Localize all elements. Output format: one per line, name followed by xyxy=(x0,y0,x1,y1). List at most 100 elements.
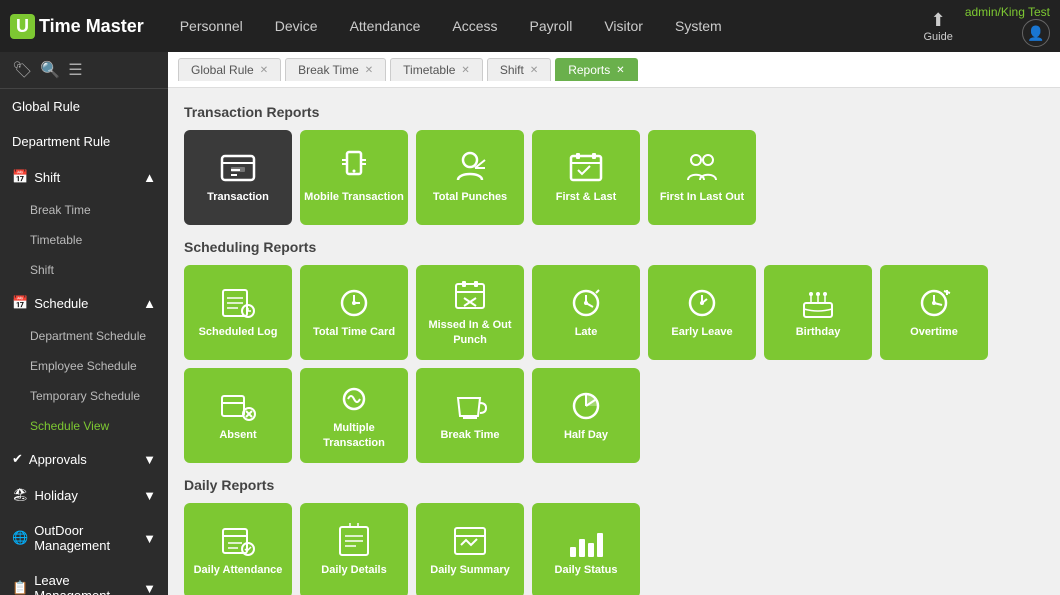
sidebar-leave-label: Leave Management xyxy=(34,573,143,595)
sidebar-item-shift[interactable]: Shift xyxy=(0,255,168,285)
sidebar-item-break-time[interactable]: Break Time xyxy=(0,195,168,225)
card-early-leave[interactable]: Early Leave xyxy=(648,265,756,360)
search-icon[interactable]: 🔍 xyxy=(40,60,60,80)
daily-details-icon xyxy=(334,523,374,559)
tab-shift[interactable]: Shift ✕ xyxy=(487,58,551,81)
card-birthday[interactable]: Birthday xyxy=(764,265,872,360)
main-layout: 🏷 🔍 ☰ Global Rule Department Rule 📅 Shif… xyxy=(0,52,1060,595)
tab-timetable-close[interactable]: ✕ xyxy=(461,65,469,76)
leave-collapse-icon: ▼ xyxy=(143,581,156,595)
tab-break-time-close[interactable]: ✕ xyxy=(365,65,373,76)
nav-personnel[interactable]: Personnel xyxy=(164,0,259,52)
card-overtime[interactable]: Overtime xyxy=(880,265,988,360)
daily-reports-title: Daily Reports xyxy=(184,477,1044,493)
sidebar-section-global-rule[interactable]: Global Rule xyxy=(0,89,168,124)
card-total-punches[interactable]: Total Punches xyxy=(416,130,524,225)
tab-global-rule[interactable]: Global Rule ✕ xyxy=(178,58,281,81)
sidebar-section-dept-rule[interactable]: Department Rule xyxy=(0,124,168,159)
card-half-day-label: Half Day xyxy=(564,428,608,442)
daily-status-icon xyxy=(566,523,606,559)
birthday-icon xyxy=(798,285,838,321)
top-nav: U Time Master Personnel Device Attendanc… xyxy=(0,0,1060,52)
mobile-transaction-icon xyxy=(334,150,374,186)
card-total-punches-label: Total Punches xyxy=(433,190,507,204)
schedule-calendar-icon: 📅 xyxy=(12,295,28,311)
sidebar-section-shift[interactable]: 📅 Shift ▲ xyxy=(0,159,168,195)
transaction-icon xyxy=(218,150,258,186)
daily-cards-grid: Daily Attendance Daily Details Daily Sum… xyxy=(184,503,1044,595)
card-daily-attendance[interactable]: Daily Attendance xyxy=(184,503,292,595)
guide-icon: ⬆ xyxy=(931,10,946,31)
card-scheduled-log[interactable]: Scheduled Log xyxy=(184,265,292,360)
outdoor-icon: 🌐 xyxy=(12,530,28,546)
card-late[interactable]: Late xyxy=(532,265,640,360)
card-transaction[interactable]: Transaction xyxy=(184,130,292,225)
card-multiple-transaction-label: Multiple Transaction xyxy=(304,421,404,450)
card-absent-label: Absent xyxy=(219,428,256,442)
sidebar-section-outdoor[interactable]: 🌐 OutDoor Management ▼ xyxy=(0,513,168,563)
sidebar-item-schedule-view[interactable]: Schedule View xyxy=(0,411,168,441)
card-absent[interactable]: Absent xyxy=(184,368,292,463)
guide-button[interactable]: ⬆ Guide xyxy=(923,10,952,43)
sidebar-item-dept-schedule[interactable]: Department Schedule xyxy=(0,321,168,351)
logo-u: U xyxy=(10,14,35,39)
leave-icon: 📋 xyxy=(12,580,28,595)
sidebar-item-temp-schedule[interactable]: Temporary Schedule xyxy=(0,381,168,411)
card-daily-status-label: Daily Status xyxy=(555,563,618,577)
tab-shift-close[interactable]: ✕ xyxy=(530,65,538,76)
card-mobile-transaction[interactable]: Mobile Transaction xyxy=(300,130,408,225)
card-half-day[interactable]: Half Day xyxy=(532,368,640,463)
sidebar-dept-rule-label: Department Rule xyxy=(12,134,110,149)
multiple-transaction-icon xyxy=(334,381,374,417)
list-icon[interactable]: ☰ xyxy=(68,60,82,80)
card-daily-attendance-label: Daily Attendance xyxy=(194,563,283,577)
user-info[interactable]: admin/King Test xyxy=(965,5,1050,19)
sidebar-schedule-label: Schedule xyxy=(34,296,88,311)
reports-content: Transaction Reports Transaction Mobile T… xyxy=(168,88,1060,595)
tab-reports[interactable]: Reports ✕ xyxy=(555,58,637,81)
nav-right: ⬆ Guide admin/King Test 👤 xyxy=(923,5,1050,47)
card-total-time-card[interactable]: Total Time Card xyxy=(300,265,408,360)
tag-icon[interactable]: 🏷 xyxy=(12,60,32,80)
transaction-reports-title: Transaction Reports xyxy=(184,104,1044,120)
sidebar-section-schedule[interactable]: 📅 Schedule ▲ xyxy=(0,285,168,321)
nav-system[interactable]: System xyxy=(659,0,738,52)
card-first-last[interactable]: First & Last xyxy=(532,130,640,225)
sidebar-section-approvals[interactable]: ✔ Approvals ▼ xyxy=(0,441,168,477)
approvals-icon: ✔ xyxy=(12,451,23,467)
card-missed-in-out[interactable]: Missed In & Out Punch xyxy=(416,265,524,360)
transaction-cards-grid: Transaction Mobile Transaction Total Pun… xyxy=(184,130,1044,225)
card-daily-details[interactable]: Daily Details xyxy=(300,503,408,595)
card-early-leave-label: Early Leave xyxy=(671,325,732,339)
nav-device[interactable]: Device xyxy=(259,0,334,52)
card-first-in-last-out[interactable]: First In Last Out xyxy=(648,130,756,225)
card-daily-status[interactable]: Daily Status xyxy=(532,503,640,595)
nav-attendance[interactable]: Attendance xyxy=(334,0,437,52)
logo[interactable]: U Time Master xyxy=(10,14,144,39)
tab-global-rule-close[interactable]: ✕ xyxy=(260,65,268,76)
card-daily-summary[interactable]: Daily Summary xyxy=(416,503,524,595)
card-daily-summary-label: Daily Summary xyxy=(430,563,509,577)
tab-reports-label: Reports xyxy=(568,63,610,77)
card-scheduled-log-label: Scheduled Log xyxy=(199,325,278,339)
sidebar-section-leave[interactable]: 📋 Leave Management ▼ xyxy=(0,563,168,595)
card-late-label: Late xyxy=(575,325,598,339)
user-avatar[interactable]: 👤 xyxy=(1022,19,1050,47)
nav-access[interactable]: Access xyxy=(436,0,513,52)
sidebar-item-timetable[interactable]: Timetable xyxy=(0,225,168,255)
nav-payroll[interactable]: Payroll xyxy=(514,0,589,52)
tab-timetable[interactable]: Timetable ✕ xyxy=(390,58,483,81)
tab-reports-close[interactable]: ✕ xyxy=(616,65,624,76)
sidebar-item-employee-schedule[interactable]: Employee Schedule xyxy=(0,351,168,381)
tab-break-time[interactable]: Break Time ✕ xyxy=(285,58,386,81)
nav-visitor[interactable]: Visitor xyxy=(588,0,659,52)
card-multiple-transaction[interactable]: Multiple Transaction xyxy=(300,368,408,463)
scheduled-log-icon xyxy=(218,285,258,321)
card-total-time-card-label: Total Time Card xyxy=(313,325,395,339)
sidebar-shift-label: Shift xyxy=(34,170,60,185)
schedule-collapse-icon: ▲ xyxy=(143,296,156,311)
card-break-time[interactable]: Break Time xyxy=(416,368,524,463)
sidebar-section-holiday[interactable]: 🏖 Holiday ▼ xyxy=(0,477,168,513)
tab-global-rule-label: Global Rule xyxy=(191,63,254,77)
sidebar: 🏷 🔍 ☰ Global Rule Department Rule 📅 Shif… xyxy=(0,52,168,595)
